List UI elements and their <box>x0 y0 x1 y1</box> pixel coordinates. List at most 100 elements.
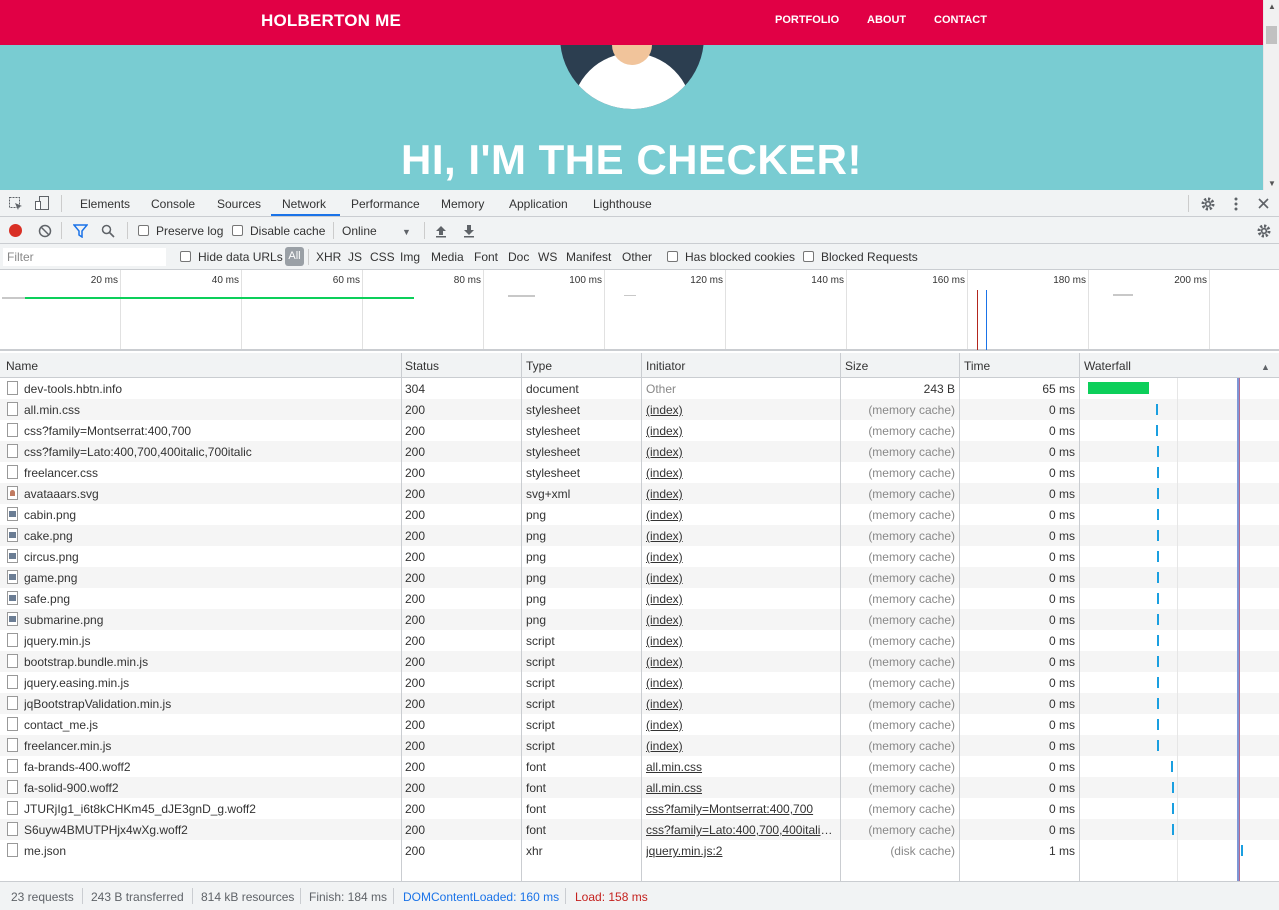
request-initiator[interactable]: (index) <box>646 676 836 690</box>
request-initiator[interactable]: (index) <box>646 697 836 711</box>
request-initiator[interactable]: jquery.min.js:2 <box>646 844 836 858</box>
table-row[interactable]: css?family=Lato:400,700,400italic,700ita… <box>0 441 1279 462</box>
column-header-time[interactable]: Time <box>964 359 990 373</box>
type-filter-other[interactable]: Other <box>622 250 652 264</box>
tab-memory[interactable]: Memory <box>441 197 484 211</box>
inspect-element-icon[interactable] <box>8 196 24 212</box>
column-header-status[interactable]: Status <box>405 359 439 373</box>
request-name[interactable]: freelancer.min.js <box>24 739 398 753</box>
table-row[interactable]: freelancer.css 200 stylesheet (index) (memor… <box>0 462 1279 483</box>
tab-performance[interactable]: Performance <box>351 197 420 211</box>
request-initiator[interactable]: (index) <box>646 655 836 669</box>
request-name[interactable]: S6uyw4BMUTPHjx4wXg.woff2 <box>24 823 398 837</box>
request-initiator[interactable]: (index) <box>646 529 836 543</box>
request-initiator[interactable]: (index) <box>646 466 836 480</box>
table-row[interactable]: fa-brands-400.woff2 200 font all.min.css (me… <box>0 756 1279 777</box>
record-icon[interactable] <box>9 224 22 237</box>
clear-icon[interactable] <box>38 224 52 238</box>
table-row[interactable]: cake.png 200 png (index) (memory cache) 0 ms <box>0 525 1279 546</box>
request-initiator[interactable]: (index) <box>646 634 836 648</box>
scroll-up-icon[interactable]: ▲ <box>1268 2 1276 11</box>
type-filter-css[interactable]: CSS <box>370 250 395 264</box>
request-name[interactable]: submarine.png <box>24 613 398 627</box>
settings-gear-icon[interactable] <box>1200 196 1216 212</box>
request-initiator[interactable]: css?family=Montserrat:400,700 <box>646 802 836 816</box>
request-name[interactable]: JTURjIg1_i6t8kCHKm45_dJE3gnD_g.woff2 <box>24 802 398 816</box>
import-har-icon[interactable] <box>435 224 447 238</box>
request-name[interactable]: safe.png <box>24 592 398 606</box>
request-name[interactable]: bootstrap.bundle.min.js <box>24 655 398 669</box>
page-scrollbar[interactable]: ▲ ▼ <box>1263 0 1279 190</box>
request-name[interactable]: css?family=Lato:400,700,400italic,700ita… <box>24 445 398 459</box>
table-row[interactable]: JTURjIg1_i6t8kCHKm45_dJE3gnD_g.woff2 200 f… <box>0 798 1279 819</box>
more-options-icon[interactable] <box>1229 196 1243 212</box>
throttling-select[interactable]: Online <box>342 224 377 238</box>
request-name[interactable]: avataaars.svg <box>24 487 398 501</box>
tab-sources[interactable]: Sources <box>217 197 261 211</box>
request-name[interactable]: jqBootstrapValidation.min.js <box>24 697 398 711</box>
type-filter-font[interactable]: Font <box>474 250 498 264</box>
tab-network[interactable]: Network <box>282 197 326 211</box>
table-row[interactable]: game.png 200 png (index) (memory cache) 0 ms <box>0 567 1279 588</box>
network-overview[interactable]: 20 ms 40 ms 60 ms 80 ms 100 ms 120 ms 14… <box>0 270 1279 351</box>
request-initiator[interactable]: css?family=Lato:400,700,400italic,700ita… <box>646 823 836 837</box>
device-toolbar-icon[interactable] <box>34 195 50 211</box>
tab-elements[interactable]: Elements <box>80 197 130 211</box>
column-header-waterfall[interactable]: Waterfall <box>1084 359 1131 373</box>
request-initiator[interactable]: (index) <box>646 424 836 438</box>
request-name[interactable]: jquery.min.js <box>24 634 398 648</box>
table-row[interactable]: jquery.easing.min.js 200 script (index) (mem… <box>0 672 1279 693</box>
blocked-requests-checkbox[interactable] <box>803 251 814 262</box>
request-name[interactable]: cake.png <box>24 529 398 543</box>
request-name[interactable]: contact_me.js <box>24 718 398 732</box>
request-name[interactable]: css?family=Montserrat:400,700 <box>24 424 398 438</box>
table-row[interactable]: me.json 200 xhr jquery.min.js:2 (disk cache)… <box>0 840 1279 861</box>
network-settings-gear-icon[interactable] <box>1256 223 1272 239</box>
request-initiator[interactable]: (index) <box>646 508 836 522</box>
request-name[interactable]: all.min.css <box>24 403 398 417</box>
site-brand[interactable]: HOLBERTON ME <box>261 11 401 31</box>
close-devtools-icon[interactable] <box>1257 197 1270 210</box>
filter-icon[interactable] <box>73 224 88 238</box>
nav-link-contact[interactable]: CONTACT <box>934 14 987 26</box>
tab-console[interactable]: Console <box>151 197 195 211</box>
request-initiator[interactable]: (index) <box>646 592 836 606</box>
request-name[interactable]: dev-tools.hbtn.info <box>24 382 398 396</box>
type-filter-all[interactable]: All <box>285 247 304 266</box>
scroll-down-icon[interactable]: ▼ <box>1268 179 1276 188</box>
has-blocked-cookies-checkbox[interactable] <box>667 251 678 262</box>
column-header-type[interactable]: Type <box>526 359 552 373</box>
type-filter-ws[interactable]: WS <box>538 250 557 264</box>
search-icon[interactable] <box>101 224 115 238</box>
request-name[interactable]: freelancer.css <box>24 466 398 480</box>
type-filter-media[interactable]: Media <box>431 250 464 264</box>
request-initiator[interactable]: (index) <box>646 718 836 732</box>
nav-link-about[interactable]: ABOUT <box>867 14 906 26</box>
request-initiator[interactable]: (index) <box>646 487 836 501</box>
table-row[interactable]: jquery.min.js 200 script (index) (memory cac… <box>0 630 1279 651</box>
table-row[interactable]: circus.png 200 png (index) (memory cache) 0 m… <box>0 546 1279 567</box>
request-initiator[interactable]: (index) <box>646 739 836 753</box>
request-initiator[interactable]: (index) <box>646 550 836 564</box>
filter-input[interactable] <box>3 248 166 266</box>
request-name[interactable]: fa-solid-900.woff2 <box>24 781 398 795</box>
table-row[interactable]: avataaars.svg 200 svg+xml (index) (memory ca… <box>0 483 1279 504</box>
table-row[interactable]: submarine.png 200 png (index) (memory cache)… <box>0 609 1279 630</box>
table-row[interactable]: jqBootstrapValidation.min.js 200 script (in… <box>0 693 1279 714</box>
type-filter-js[interactable]: JS <box>348 250 362 264</box>
sort-ascending-icon[interactable]: ▲ <box>1261 360 1270 374</box>
scroll-thumb[interactable] <box>1266 26 1277 44</box>
tab-lighthouse[interactable]: Lighthouse <box>593 197 652 211</box>
table-row[interactable]: dev-tools.hbtn.info 304 document Other 243 B… <box>0 378 1279 399</box>
export-har-icon[interactable] <box>463 224 475 238</box>
request-name[interactable]: jquery.easing.min.js <box>24 676 398 690</box>
type-filter-img[interactable]: Img <box>400 250 420 264</box>
column-header-initiator[interactable]: Initiator <box>646 359 685 373</box>
table-row[interactable]: contact_me.js 200 script (index) (memory cac… <box>0 714 1279 735</box>
type-filter-doc[interactable]: Doc <box>508 250 529 264</box>
table-row[interactable]: bootstrap.bundle.min.js 200 script (index) (… <box>0 651 1279 672</box>
request-initiator[interactable]: all.min.css <box>646 760 836 774</box>
request-initiator[interactable]: (index) <box>646 403 836 417</box>
request-initiator[interactable]: (index) <box>646 571 836 585</box>
tab-application[interactable]: Application <box>509 197 568 211</box>
